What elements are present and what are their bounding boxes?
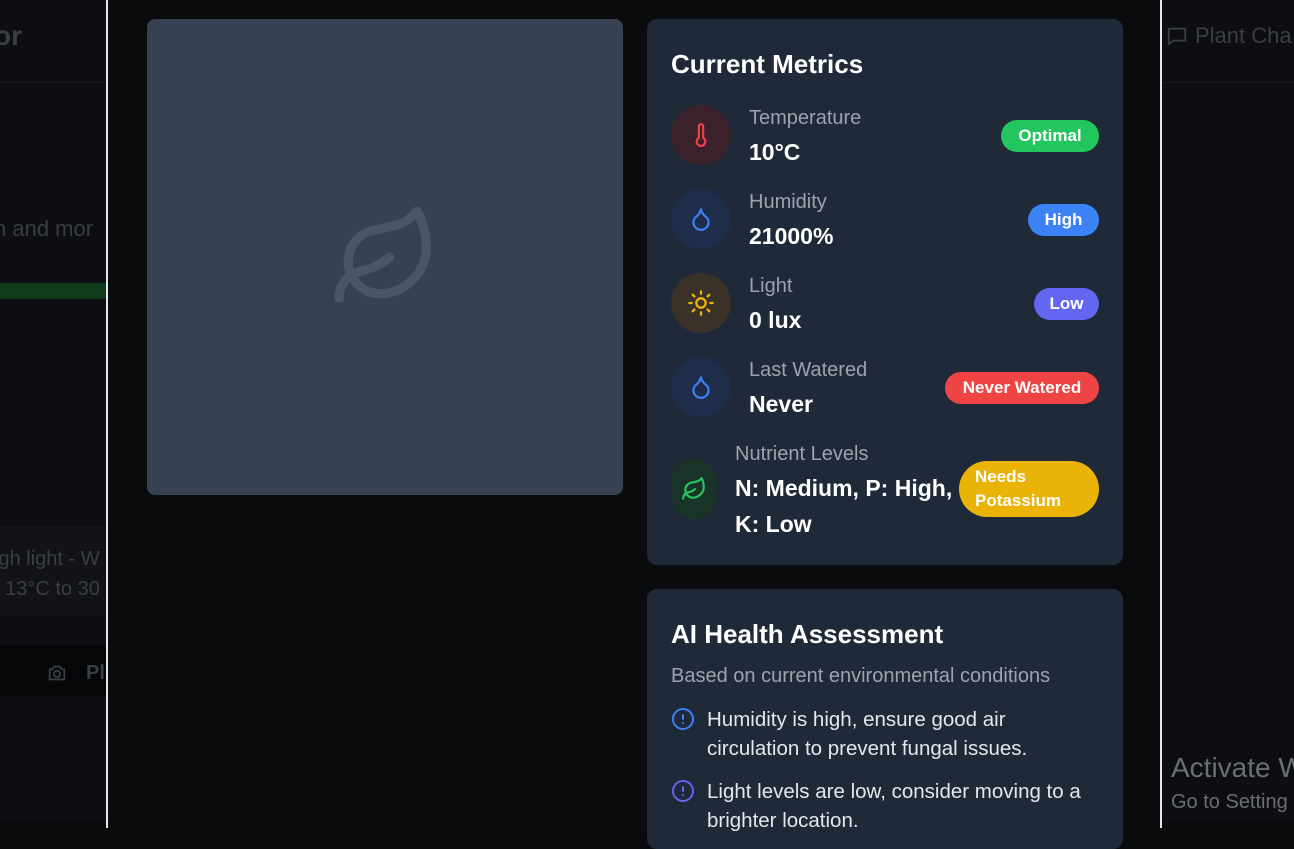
thermometer-icon [695,123,707,147]
droplet-icon [692,208,710,231]
status-badge: High [1028,204,1099,236]
camera-icon [48,665,66,681]
metric-label: Last Watered [749,359,868,381]
status-badge: Optimal [1001,120,1099,152]
badge-line: Potassium [975,491,1061,510]
tip-text: Light levels are low, consider moving to… [707,780,1081,832]
badge-line: Needs [975,467,1027,486]
metric-value: Never [749,391,813,417]
current-metrics-card: Current Metrics Temperature 10°C Optimal… [647,19,1123,565]
info-circle-icon [672,708,694,730]
plant-image-placeholder [147,19,623,495]
metric-value: 10°C [749,139,801,165]
metric-value: 0 lux [749,307,802,333]
card-subtitle: Based on current environmental condition… [671,665,1051,687]
chat-icon [1167,27,1187,46]
background-header: or [0,0,106,83]
nutrient-value-line: N: Medium, P: High, [735,475,953,501]
last-watered-icon-circle [671,357,731,417]
tip-text: Humidity is high, ensure good air circul… [707,708,1028,760]
metric-label: Nutrient Levels [735,443,869,465]
background-page-right: Plant Cha Activate W Go to Setting [1160,0,1294,822]
droplet-icon [692,376,710,399]
background-header-right: Plant Cha [1160,0,1294,83]
status-badge: Never Watered [945,372,1099,404]
ai-health-assessment-card: AI Health Assessment Based on current en… [647,589,1123,849]
background-care-info: igh light - W : 13°C to 30 [0,526,106,616]
metric-value: 21000% [749,223,834,249]
card-title: AI Health Assessment [671,619,944,649]
plant-detail-modal: Current Metrics Temperature 10°C Optimal… [106,0,1162,849]
temperature-icon-circle [671,105,731,165]
leaf-icon [682,477,705,500]
metric-label: Light [749,275,793,297]
activate-windows-title: Activate W [1171,752,1294,783]
metric-label: Humidity [749,191,827,213]
assessment-tip: Humidity is high, ensure good air circul… [671,705,1097,763]
humidity-icon-circle [671,189,731,249]
nutrient-icon-circle [671,459,717,519]
background-care-line: : 13°C to 30 [0,578,100,600]
background-care-line: igh light - W [0,548,100,570]
sun-icon [688,290,714,316]
background-bottom-label: Pl [86,662,105,684]
metric-label: Temperature [749,107,862,129]
activate-windows-subtitle: Go to Setting [1171,791,1288,813]
info-circle-icon [672,780,694,802]
background-page-left: or n and mor igh light - W : 13°C to 30 … [0,0,106,822]
card-title: Current Metrics [671,49,864,79]
leaf-icon [334,206,431,303]
background-subtitle: n and mor [0,216,94,241]
nutrient-value-line: K: Low [735,511,812,537]
status-badge: Low [1034,288,1099,320]
plant-chat-tab: Plant Cha [1195,23,1292,48]
nutrient-status-badge: Needs Potassium [959,461,1099,517]
light-icon-circle [671,273,731,333]
assessment-tip: Light levels are low, consider moving to… [671,777,1097,835]
background-progress-bar [0,283,106,299]
background-app-title: or [0,20,22,51]
